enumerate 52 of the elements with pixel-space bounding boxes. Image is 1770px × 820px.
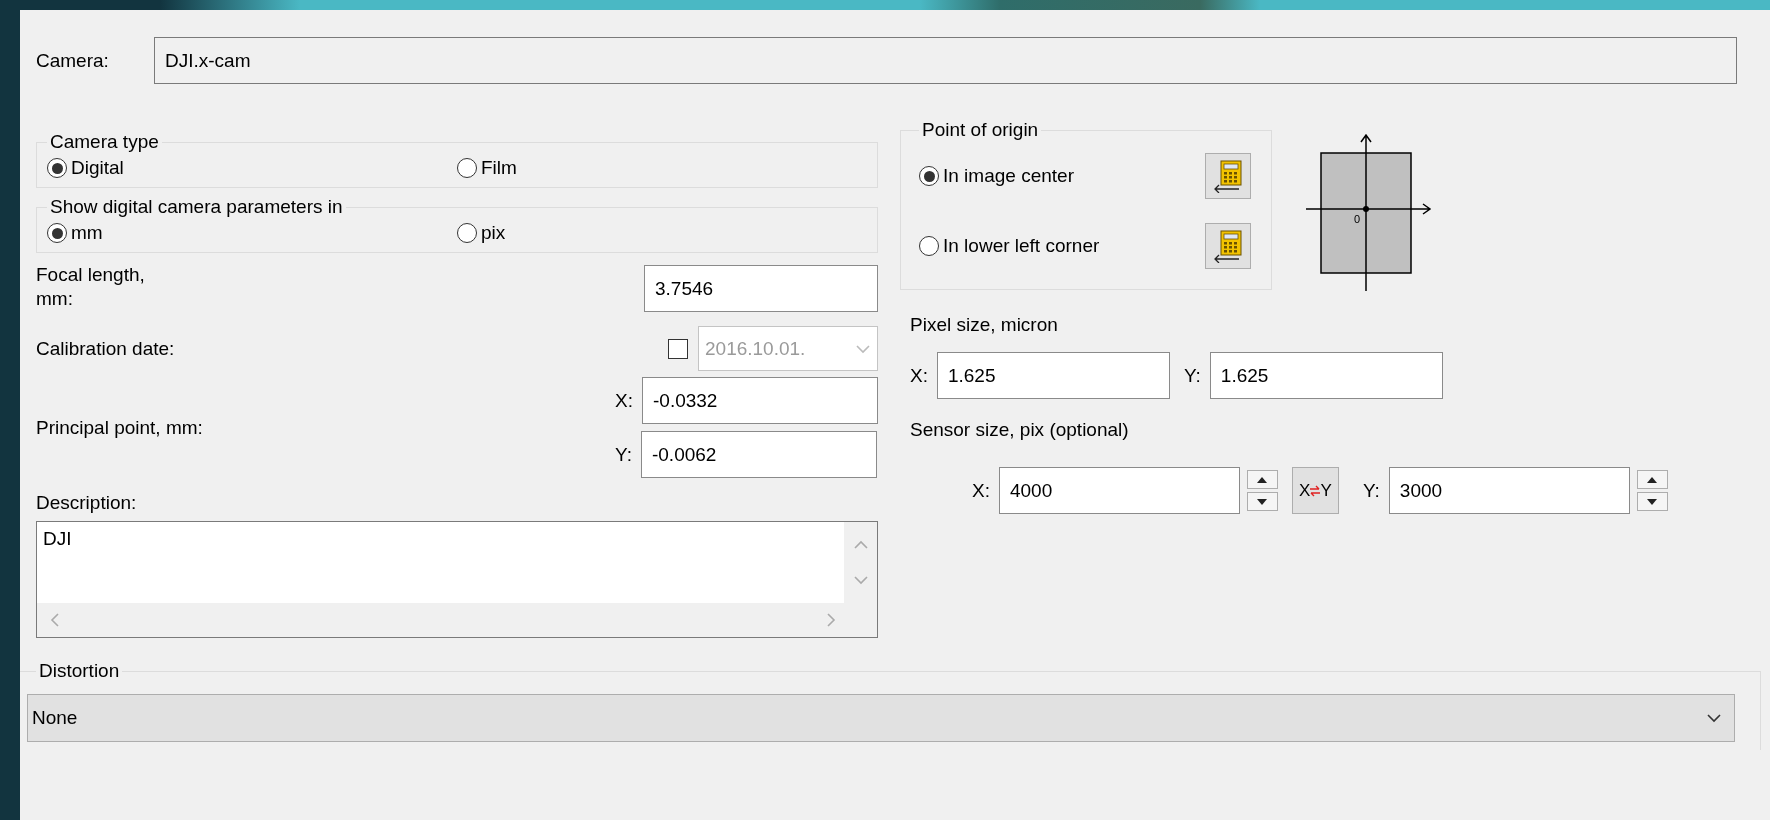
spin-down-icon (1257, 498, 1268, 505)
group-title: Distortion (38, 660, 121, 682)
axis-label: X: (972, 479, 990, 502)
pixel-size-field[interactable]: 1.625 (1209, 352, 1443, 399)
sensor-size-field[interactable]: 3000 (1388, 467, 1630, 514)
axis-label: X: (910, 364, 928, 387)
spin-down-button[interactable] (1246, 492, 1278, 511)
axis-label: Y: (1183, 364, 1201, 387)
distortion-dropdown[interactable]: None (27, 694, 1735, 742)
axis-label: X: (615, 389, 633, 412)
section-label: Pixel size, micron (910, 314, 1059, 336)
calculate-button[interactable] (1205, 153, 1251, 199)
field-label: Principal point, mm: (36, 416, 203, 439)
radio-label[interactable]: Film (481, 157, 517, 179)
description-text: DJI (43, 528, 72, 549)
swap-arrows-icon (1310, 484, 1321, 497)
radio-button[interactable] (47, 223, 67, 243)
section-label: Sensor size, pix (optional) (910, 419, 1130, 441)
axis-label: Y: (1362, 479, 1380, 502)
spin-up-button[interactable] (1636, 470, 1668, 489)
spin-down-button[interactable] (1636, 492, 1668, 511)
chevron-down-icon[interactable] (1706, 712, 1722, 724)
sensor-size-field[interactable]: 4000 (998, 467, 1240, 514)
calculate-button[interactable] (1205, 223, 1251, 269)
spin-up-icon (1647, 476, 1658, 483)
radio-label[interactable]: pix (481, 222, 506, 244)
coordinate-field[interactable]: -0.0062 (640, 431, 877, 478)
spin-down-icon (1647, 498, 1658, 505)
spin-up-button[interactable] (1246, 470, 1278, 489)
pixel-size-field[interactable]: 1.625 (936, 352, 1170, 399)
camera-field[interactable]: DJI.x-cam (154, 37, 1737, 84)
radio-label[interactable]: In lower left corner (943, 235, 1100, 257)
axis-label: Y: (615, 443, 632, 466)
group-title: Point of origin (921, 119, 1040, 141)
radio-button[interactable] (919, 236, 939, 256)
field-label: Focal length, mm: (36, 263, 146, 311)
radio-label[interactable]: mm (71, 222, 103, 244)
radio-button[interactable] (457, 223, 477, 243)
field-label: Description: (36, 492, 138, 514)
focal-length-field[interactable]: 3.7546 (644, 265, 878, 312)
radio-button[interactable] (47, 158, 67, 178)
swap-button[interactable]: X Y (1291, 467, 1339, 514)
field-label: Camera: (36, 49, 110, 72)
coordinate-field[interactable]: -0.0332 (642, 377, 878, 424)
radio-label[interactable]: Digital (71, 157, 124, 179)
group-title: Show digital camera parameters in (49, 196, 344, 218)
spin-up-icon (1257, 476, 1268, 483)
field-label: Calibration date: (36, 337, 175, 360)
radio-button[interactable] (919, 166, 939, 186)
radio-button[interactable] (457, 158, 477, 178)
group-title: Camera type (49, 131, 160, 153)
radio-label[interactable]: In image center (943, 165, 1074, 187)
